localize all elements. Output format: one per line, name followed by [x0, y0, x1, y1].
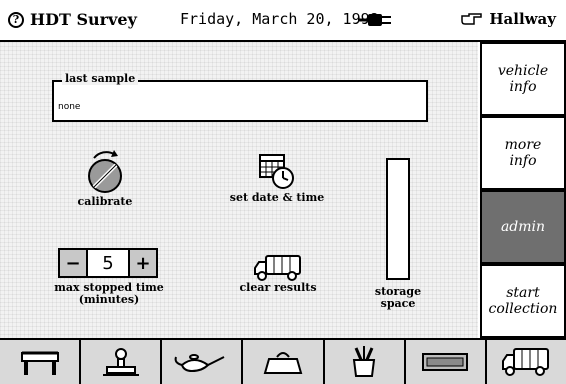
calendar-clock-icon — [259, 154, 294, 189]
dock-tools-button[interactable] — [324, 340, 406, 384]
more-info-line2: info — [509, 153, 537, 169]
more-info-button[interactable]: more info — [482, 118, 564, 188]
last-sample-box: last sample none — [52, 72, 428, 122]
title-bar: ? HDT Survey Friday, March 20, 1998 Hall… — [0, 0, 566, 42]
stepper-value[interactable]: 5 — [86, 250, 130, 276]
admin-panel: last sample none calibrate set date & ti… — [0, 42, 478, 338]
dock-purse-button[interactable] — [243, 340, 325, 384]
location-selector[interactable]: Hallway — [461, 10, 556, 28]
start-collection-button[interactable]: start collection — [482, 266, 564, 336]
vehicle-info-line1: vehicle — [497, 63, 549, 79]
calibrate-icon — [88, 150, 122, 193]
keyboard-icon — [422, 353, 469, 371]
purse-icon — [263, 352, 303, 374]
date-display: Friday, March 20, 1998 — [180, 10, 379, 28]
increment-button[interactable]: + — [130, 250, 156, 276]
storage-space-label: storage space — [358, 286, 438, 310]
right-sidebar: vehicle info more info admin start collecti… — [480, 42, 566, 338]
location-label: Hallway — [489, 10, 556, 28]
table-icon — [20, 351, 59, 375]
dock-lamp-button[interactable] — [162, 340, 244, 384]
more-info-line1: more — [504, 137, 542, 153]
genie-lamp-icon — [174, 354, 225, 373]
question-circle-icon[interactable]: ? — [8, 11, 24, 28]
max-stopped-time-stepper: − 5 + — [58, 248, 158, 278]
tools-cup-icon — [352, 346, 376, 377]
max-stopped-time-line2: (minutes) — [78, 293, 140, 306]
admin-button[interactable]: admin — [482, 192, 564, 262]
calibrate-button[interactable]: calibrate — [60, 146, 150, 208]
truck-icon — [254, 255, 301, 281]
set-date-time-label: set date & time — [229, 191, 325, 204]
dock-keyboard-button[interactable] — [405, 340, 487, 384]
start-collection-line2: collection — [488, 301, 558, 317]
clear-results-button[interactable]: clear results — [218, 254, 338, 294]
vehicle-info-button[interactable]: vehicle info — [482, 44, 564, 114]
last-sample-value: none — [58, 102, 81, 112]
bottom-dock — [0, 338, 566, 384]
decrement-button[interactable]: − — [60, 250, 86, 276]
dock-table-button[interactable] — [0, 340, 82, 384]
start-collection-line1: start — [506, 285, 540, 301]
storage-line2: space — [380, 297, 416, 310]
power-plug-icon — [358, 14, 391, 26]
storage-space-gauge — [386, 158, 410, 280]
max-stopped-time-label: max stopped time (minutes) — [34, 282, 184, 306]
dock-stamp-button[interactable] — [81, 340, 163, 384]
set-date-time-button[interactable]: set date & time — [212, 152, 342, 204]
stamp-icon — [102, 348, 139, 376]
vehicle-info-line2: info — [509, 79, 537, 95]
app-name: HDT Survey — [30, 10, 137, 29]
dock-truck-button[interactable] — [486, 340, 566, 384]
admin-label: admin — [500, 219, 546, 235]
last-sample-label: last sample — [62, 72, 139, 85]
app-title: ? HDT Survey — [8, 10, 137, 29]
truck-icon — [502, 348, 550, 376]
clear-results-label: clear results — [239, 281, 317, 294]
calibrate-label: calibrate — [77, 195, 133, 208]
pointing-hand-icon — [461, 13, 483, 25]
